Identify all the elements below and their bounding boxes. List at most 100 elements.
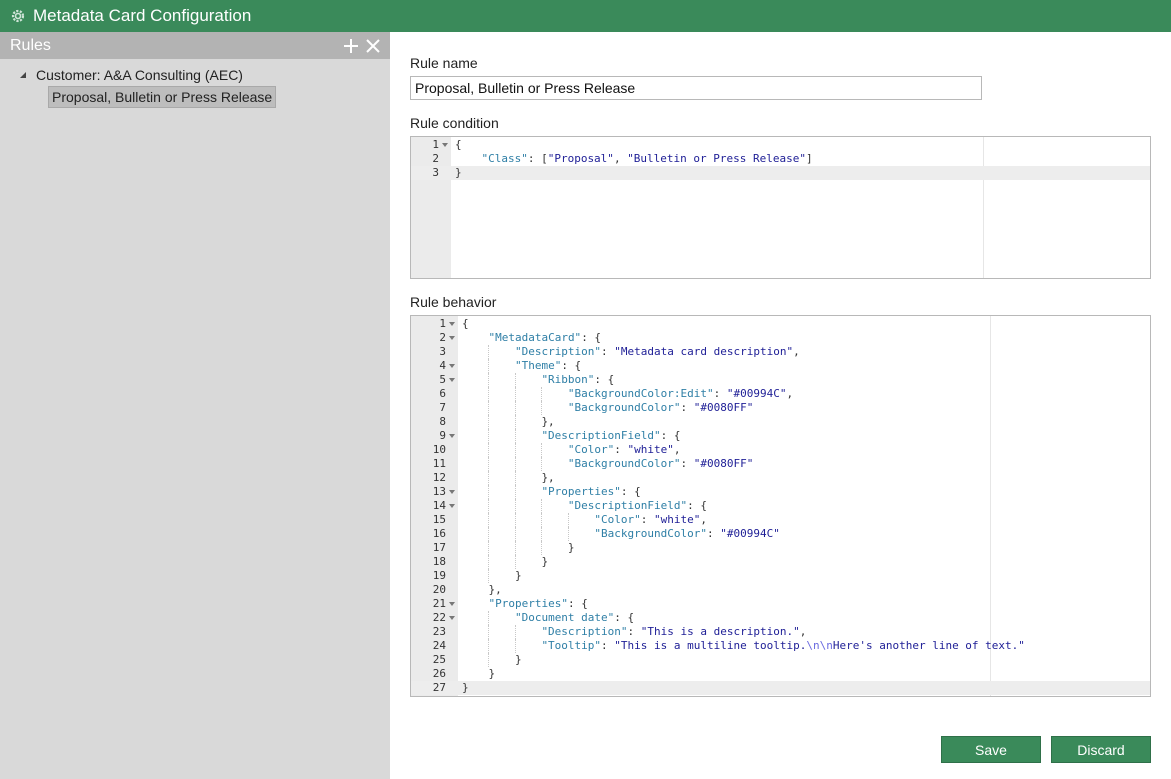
rule-name-input[interactable]	[410, 76, 982, 100]
code-line[interactable]: 17}	[411, 541, 1150, 555]
rule-name-label: Rule name	[410, 55, 478, 71]
save-button[interactable]: Save	[941, 736, 1041, 763]
code-line[interactable]: 2 "MetadataCard": {	[411, 331, 1150, 345]
line-number: 23	[432, 625, 446, 638]
code-line[interactable]: 19}	[411, 569, 1150, 583]
code-token: :	[680, 401, 694, 414]
code-text: "BackgroundColor:Edit": "#00994C",	[568, 387, 793, 401]
code-token: : {	[614, 611, 635, 624]
add-rule-button[interactable]	[342, 37, 360, 55]
code-token: Here's another line of text."	[832, 639, 1025, 652]
fold-arrow-icon[interactable]	[449, 434, 455, 438]
fold-arrow-icon[interactable]	[449, 336, 455, 340]
code-token: "Document date"	[514, 611, 615, 624]
code-token: "DescriptionField"	[567, 499, 688, 512]
code-token: },	[541, 471, 555, 484]
code-token: {	[462, 317, 469, 330]
code-line[interactable]: 18}	[411, 555, 1150, 569]
code-token: "BackgroundColor"	[567, 457, 681, 470]
line-number: 13	[432, 485, 446, 498]
line-number: 1	[439, 317, 446, 330]
fold-arrow-icon[interactable]	[449, 602, 455, 606]
rule-behavior-editor[interactable]: 1{2 "MetadataCard": {3 "Description": "Met…	[410, 315, 1151, 697]
code-line[interactable]: 22 "Document date": {	[411, 611, 1150, 625]
code-line[interactable]: 16 "BackgroundColor": "#00994C"	[411, 527, 1150, 541]
close-icon	[366, 38, 380, 53]
code-line[interactable]: 1{	[411, 138, 1150, 152]
tree-item-customer[interactable]: Customer: A&A Consulting (AEC)	[0, 64, 390, 86]
indent-guide	[514, 555, 516, 569]
code-token: : {	[567, 597, 588, 610]
fold-arrow-icon[interactable]	[449, 364, 455, 368]
fold-arrow-icon[interactable]	[449, 616, 455, 620]
discard-button[interactable]: Discard	[1051, 736, 1151, 763]
indent-guide	[488, 457, 490, 471]
code-line[interactable]: 2 "Class": ["Proposal", "Bulletin or Pres…	[411, 152, 1150, 166]
window-title: Metadata Card Configuration	[33, 6, 252, 25]
code-line[interactable]: 13 "Properties": {	[411, 485, 1150, 499]
code-line[interactable]: 14 "DescriptionField": {	[411, 499, 1150, 513]
code-line[interactable]: 9 "DescriptionField": {	[411, 429, 1150, 443]
code-line[interactable]: 1{	[411, 317, 1150, 331]
rule-condition-label: Rule condition	[410, 115, 499, 131]
code-line[interactable]: 21 "Properties": {	[411, 597, 1150, 611]
code-line[interactable]: 7 "BackgroundColor": "#0080FF"	[411, 401, 1150, 415]
code-token: "This is a description."	[640, 625, 800, 638]
rule-behavior-label: Rule behavior	[410, 294, 497, 310]
indent-guide	[514, 457, 516, 471]
code-token: :	[601, 639, 615, 652]
code-text: },	[541, 415, 554, 429]
code-line[interactable]: 15 "Color": "white",	[411, 513, 1150, 527]
indent-guide	[567, 513, 569, 527]
code-line[interactable]: 27}	[411, 681, 1150, 695]
code-line[interactable]: 5 "Ribbon": {	[411, 373, 1150, 387]
code-token: "Description"	[541, 625, 628, 638]
code-line[interactable]: 20},	[411, 583, 1150, 597]
code-token: }	[488, 667, 496, 680]
code-line[interactable]: 11 "BackgroundColor": "#0080FF"	[411, 457, 1150, 471]
code-text: "Description": "This is a description.",	[541, 625, 806, 639]
code-line[interactable]: 8},	[411, 415, 1150, 429]
code-token: }	[514, 569, 522, 582]
tree-item-label: Customer: A&A Consulting (AEC)	[36, 67, 243, 83]
code-token: : {	[594, 373, 615, 386]
code-line[interactable]: 12},	[411, 471, 1150, 485]
fold-arrow-icon[interactable]	[449, 490, 455, 494]
tree-item-proposal[interactable]: Proposal, Bulletin or Press Release	[0, 86, 390, 108]
code-line[interactable]: 24 "Tooltip": "This is a multiline toolti…	[411, 639, 1150, 653]
line-number: 6	[439, 387, 446, 400]
code-line[interactable]: 3}	[411, 166, 1150, 180]
code-text: "Description": "Metadata card descriptio…	[515, 345, 800, 359]
code-line[interactable]: 10 "Color": "white",	[411, 443, 1150, 457]
line-number: 24	[432, 639, 446, 652]
code-line[interactable]: 23 "Description": "This is a description.…	[411, 625, 1150, 639]
code-token: "Description"	[514, 345, 602, 358]
code-token: "BackgroundColor"	[567, 401, 681, 414]
code-line[interactable]: 25}	[411, 653, 1150, 667]
indent-guide	[488, 513, 490, 527]
code-token: : {	[581, 331, 602, 344]
code-text: "Properties": {	[488, 597, 587, 611]
line-number: 5	[439, 373, 446, 386]
code-token: "Class"	[481, 152, 528, 165]
indent-guide	[514, 541, 516, 555]
fold-arrow-icon[interactable]	[442, 143, 448, 147]
code-token: : {	[620, 485, 641, 498]
code-line[interactable]: 3 "Description": "Metadata card descripti…	[411, 345, 1150, 359]
code-token: "#0080FF"	[693, 457, 754, 470]
code-line[interactable]: 4 "Theme": {	[411, 359, 1150, 373]
fold-arrow-icon[interactable]	[449, 504, 455, 508]
code-token: "MetadataCard"	[488, 331, 582, 344]
code-line[interactable]: 6 "BackgroundColor:Edit": "#00994C",	[411, 387, 1150, 401]
code-token: :	[627, 625, 641, 638]
code-token: ,	[613, 152, 628, 165]
code-token: "Bulletin or Press Release"	[627, 152, 806, 165]
fold-arrow-icon[interactable]	[449, 322, 455, 326]
code-line[interactable]: 26}	[411, 667, 1150, 681]
indent-guide	[488, 443, 490, 457]
fold-arrow-icon[interactable]	[449, 378, 455, 382]
code-token: }	[455, 166, 462, 179]
collapse-triangle-icon[interactable]	[18, 70, 28, 80]
rule-condition-editor[interactable]: 1{2 "Class": ["Proposal", "Bulletin or Pr…	[410, 136, 1151, 279]
remove-rule-button[interactable]	[364, 37, 382, 55]
